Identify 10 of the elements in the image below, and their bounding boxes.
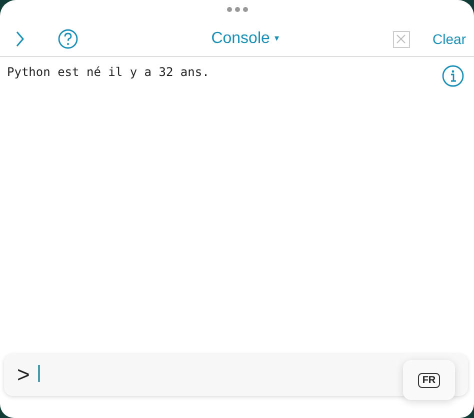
prompt-symbol: > (17, 364, 30, 386)
text-cursor (38, 364, 40, 382)
drag-handle[interactable] (226, 7, 248, 12)
clear-button[interactable]: Clear (432, 31, 466, 47)
output-line: Python est né il y a 32 ans. (7, 65, 210, 79)
help-icon[interactable] (58, 29, 78, 49)
chevron-icon[interactable] (14, 30, 26, 48)
language-badge[interactable]: FR (418, 372, 440, 388)
console-menu-button[interactable]: Console $^{▾}$ (211, 30, 280, 48)
info-icon[interactable] (442, 65, 464, 87)
